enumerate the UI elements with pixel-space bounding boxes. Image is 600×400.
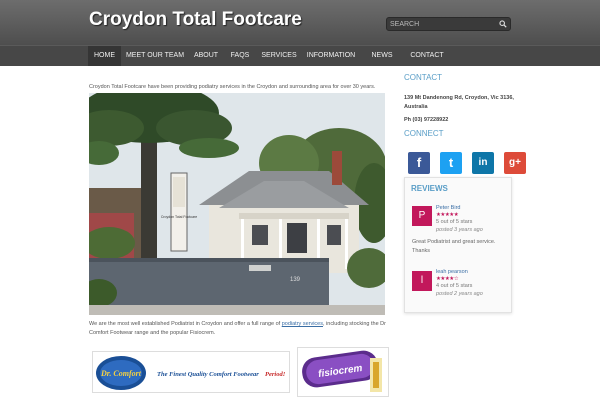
connect-heading: CONNECT	[404, 129, 444, 138]
nav-about[interactable]: ABOUT	[189, 46, 223, 66]
main-nav: HOME MEET OUR TEAM ABOUT FAQS SERVICES I…	[0, 45, 600, 66]
review-author[interactable]: leah pearson	[436, 269, 468, 275]
facebook-glyph: f	[416, 155, 422, 170]
nav-home[interactable]: HOME	[88, 46, 121, 66]
search-input[interactable]	[390, 18, 498, 30]
twitter-glyph: t	[448, 155, 454, 170]
intro-text: Croydon Total Footcare have been providi…	[89, 84, 376, 90]
reviews-widget: REVIEWS P Peter Bird ★★★★★ 5 out of 5 st…	[404, 177, 512, 313]
google-plus-icon[interactable]: g+	[504, 152, 526, 174]
clinic-photo: Croydon Total Footcare 139	[89, 93, 385, 315]
review-date: posted 2 years ago	[436, 291, 483, 297]
dr-comfort-tagline: The Finest Quality Comfort Footwear	[157, 371, 259, 378]
contact-heading: CONTACT	[404, 73, 443, 82]
nav-services[interactable]: SERVICES	[259, 46, 299, 66]
dr-comfort-logo: Dr. Comfort The Finest Quality Comfort F…	[96, 356, 286, 390]
review-avatar: P	[412, 206, 432, 226]
podiatry-services-link[interactable]: podiatry services	[282, 321, 323, 327]
google-plus-glyph: g+	[509, 157, 521, 168]
review-stars: ★★★★☆	[436, 276, 459, 282]
linkedin-glyph: in	[478, 157, 488, 168]
search-icon[interactable]	[499, 20, 507, 28]
nav-meet-our-team[interactable]: MEET OUR TEAM	[124, 46, 186, 66]
nav-contact[interactable]: CONTACT	[405, 46, 449, 66]
body-text-start: We are the most well established Podiatr…	[89, 321, 282, 327]
address-text: 139 Mt Dandenong Rd, Croydon, Vic 3136, …	[404, 95, 514, 110]
body-text: We are the most well established Podiatr…	[89, 320, 389, 338]
review-avatar: l	[412, 271, 432, 291]
linkedin-icon[interactable]: in	[472, 152, 494, 174]
review-rating-text: 4 out of 5 stars	[436, 283, 473, 289]
phone-text[interactable]: Ph (03) 97228922	[404, 117, 448, 123]
site-header: Croydon Total Footcare	[0, 0, 600, 45]
review-text: Great Podiatrist and great service. Than…	[412, 239, 496, 254]
review-stars: ★★★★★	[436, 212, 459, 218]
dr-comfort-banner[interactable]: Dr. Comfort The Finest Quality Comfort F…	[92, 351, 290, 393]
review-author[interactable]: Peter Bird	[436, 205, 460, 211]
review-date: posted 3 years ago	[436, 227, 483, 233]
reviews-title: REVIEWS	[411, 184, 448, 193]
nav-information[interactable]: INFORMATION	[304, 46, 358, 66]
house-number-text: 139	[290, 277, 301, 283]
fisiocrem-logo: fisiocrem	[302, 350, 382, 392]
dr-comfort-logo-text: Dr. Comfort	[100, 369, 142, 378]
search-box[interactable]	[386, 17, 511, 31]
twitter-icon[interactable]: t	[440, 152, 462, 174]
nav-news[interactable]: NEWS	[367, 46, 397, 66]
clinic-photo-image: Croydon Total Footcare 139	[89, 93, 385, 315]
review-rating-text: 5 out of 5 stars	[436, 219, 473, 225]
sign-board-text: Croydon Total Footcare	[161, 215, 197, 219]
facebook-icon[interactable]: f	[408, 152, 430, 174]
dr-comfort-tagline-end: Period!	[265, 371, 286, 378]
nav-faqs[interactable]: FAQS	[226, 46, 254, 66]
fisiocrem-banner[interactable]: fisiocrem	[297, 347, 389, 397]
site-title[interactable]: Croydon Total Footcare	[89, 9, 302, 31]
